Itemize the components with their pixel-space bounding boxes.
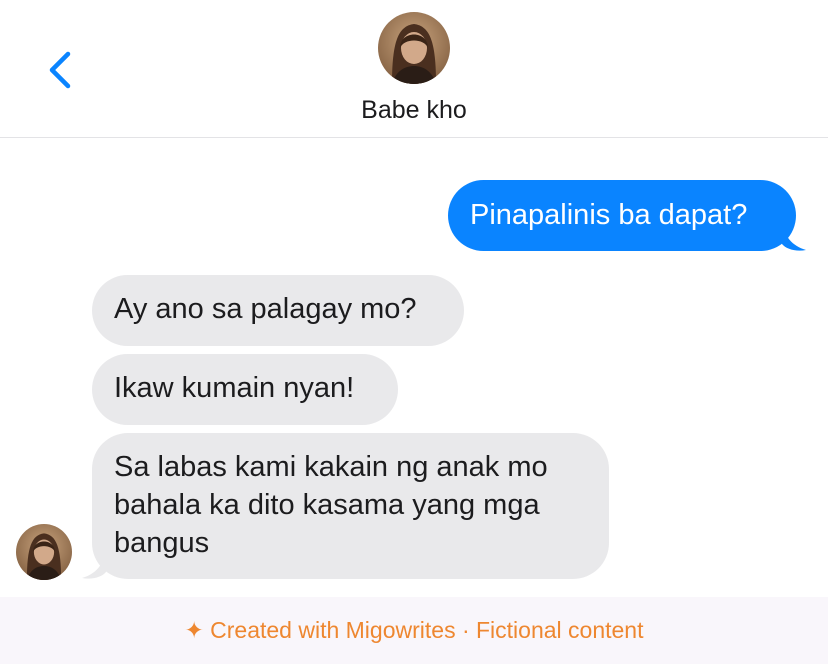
message-bubble-incoming[interactable]: Ikaw kumain nyan!	[92, 354, 398, 425]
chevron-left-icon	[49, 51, 71, 89]
contact-avatar[interactable]	[378, 12, 450, 84]
chat-header: Babe kho	[0, 0, 828, 138]
outgoing-bubble-tail	[782, 222, 806, 251]
message-bubble-incoming[interactable]: Sa labas kami kakain ng anak mo bahala k…	[92, 433, 609, 579]
back-button[interactable]	[40, 48, 80, 92]
message-bubble-incoming[interactable]: Ay ano sa palagay mo?	[92, 275, 464, 346]
contact-name[interactable]: Babe kho	[0, 96, 828, 125]
message-bubble-outgoing[interactable]: Pinapalinis ba dapat?	[448, 180, 796, 251]
incoming-bubble-tail	[82, 550, 106, 579]
chat-screen: Babe kho Pinapalinis ba dapat? Ay ano sa…	[0, 0, 828, 664]
sender-avatar[interactable]	[16, 524, 72, 580]
watermark-footer: ✦ Created with Migowrites · Fictional co…	[0, 597, 828, 664]
